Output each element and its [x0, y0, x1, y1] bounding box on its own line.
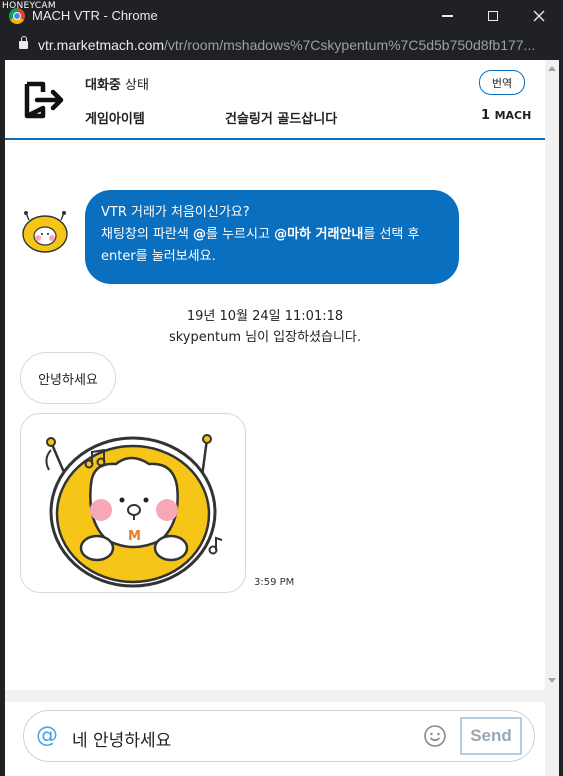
item-category: 게임아이템 — [85, 112, 145, 127]
system-enter-message: skypentum 님이 입장하셨습니다. — [168, 330, 362, 345]
price: 1 MACH — [481, 108, 531, 123]
scroll-down-icon[interactable] — [548, 678, 556, 683]
lock-icon — [19, 36, 28, 49]
price-unit: MACH — [494, 109, 532, 122]
bot-line-3: enter를 눌러보세요. — [101, 249, 216, 264]
composer-box: @ 네 안녕하세요 Send — [23, 710, 535, 762]
url-path: /vtr/room/mshadows%7Cskypentum%7C5d5b750… — [164, 37, 536, 53]
bot-line-1: VTR 거래가 처음이신가요? — [101, 205, 250, 220]
browser-window: HONEYCAM MACH VTR - Chrome vtr.marketmac… — [0, 0, 563, 776]
chat-status: 대화중 상태 — [85, 74, 149, 93]
bot-line-2-command: @마하 거래안내 — [274, 227, 364, 242]
url-host: vtr.marketmach.com — [38, 37, 165, 53]
bot-guide-bubble: VTR 거래가 처음이신가요? 채팅창의 파란색 @를 누르시고 @마하 거래안… — [85, 190, 459, 284]
composer: @ 네 안녕하세요 Send — [5, 702, 545, 776]
minimize-icon — [441, 15, 453, 17]
horizontal-scrollbar[interactable] — [5, 690, 545, 702]
scroll-up-icon[interactable] — [548, 66, 556, 71]
chat-header: 대화중 상태 게임아이템 건슬링거 골드삽니다 번역 1 MACH — [5, 60, 545, 140]
sticker-image: M — [45, 434, 223, 588]
bot-line-2-part: 를 누르시고 — [206, 227, 275, 242]
mention-icon[interactable]: @ — [36, 723, 58, 748]
bot-line-2-at: @ — [193, 227, 206, 242]
maximize-icon — [488, 11, 498, 21]
title-bar: HONEYCAM MACH VTR - Chrome — [0, 0, 563, 32]
window-title: MACH VTR - Chrome — [32, 8, 158, 23]
maximize-button[interactable] — [470, 0, 516, 32]
system-date: 19년 10월 24일 11:01:18 — [186, 309, 344, 324]
exit-icon[interactable] — [23, 80, 67, 120]
sticker-letter: M — [128, 529, 141, 544]
item-name: 건슬링거 골드삽니다 — [225, 112, 338, 127]
sticker-bubble: M — [20, 413, 246, 593]
send-button[interactable]: Send — [460, 717, 522, 755]
minimize-button[interactable] — [424, 0, 470, 32]
vertical-scrollbar[interactable] — [545, 60, 559, 776]
music-note-icon — [208, 536, 223, 555]
emoji-icon[interactable] — [423, 724, 447, 748]
bot-line-2-part: 를 선택 후 — [363, 227, 420, 242]
address-bar[interactable]: vtr.marketmach.com/vtr/room/mshadows%7Cs… — [0, 32, 563, 60]
close-button[interactable] — [516, 0, 562, 32]
bot-avatar — [22, 211, 68, 253]
close-icon — [533, 10, 545, 22]
message-bubble: 안녕하세요 — [20, 352, 116, 404]
message-input[interactable]: 네 안녕하세요 — [72, 726, 412, 751]
bot-line-2-part: 채팅창의 파란색 — [101, 227, 193, 242]
price-value: 1 — [481, 108, 491, 123]
url-text[interactable]: vtr.marketmach.com/vtr/room/mshadows%7Cs… — [38, 37, 535, 53]
translate-button[interactable]: 번역 — [479, 70, 525, 95]
status-text: 상태 — [125, 78, 149, 93]
message-time: 3:59 PM — [254, 577, 295, 588]
window-border — [559, 60, 563, 776]
chat-page: 대화중 상태 게임아이템 건슬링거 골드삽니다 번역 1 MACH VTR 거래… — [5, 60, 545, 776]
bot-line-2: 채팅창의 파란색 @를 누르시고 @마하 거래안내를 선택 후 — [101, 224, 443, 246]
status-bold: 대화중 — [85, 78, 121, 93]
